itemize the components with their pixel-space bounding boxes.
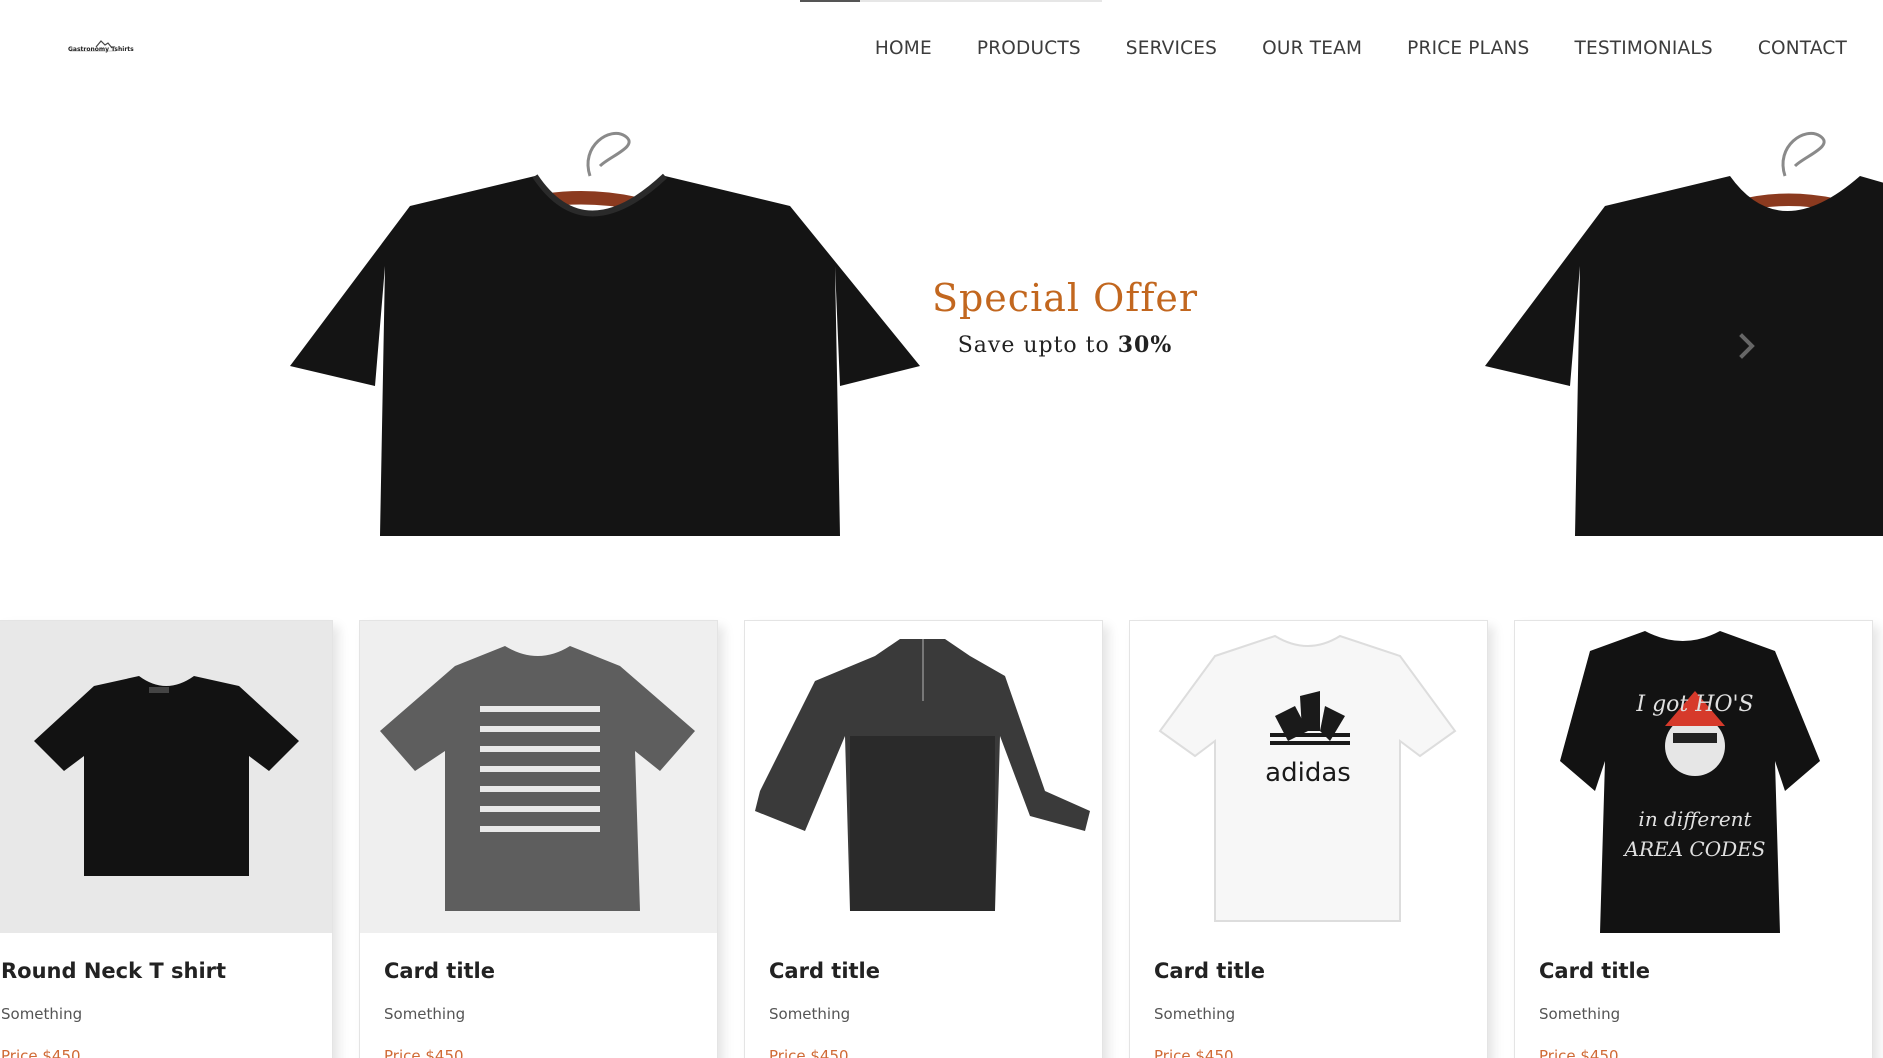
card-price: Price $450 xyxy=(384,1047,464,1058)
offer-title: Special Offer xyxy=(931,276,1199,320)
special-offer-caption: Special Offer Save upto to 30% xyxy=(900,276,1230,358)
nav-item-services[interactable]: SERVICES xyxy=(1126,36,1217,62)
card-text: Something xyxy=(769,1005,851,1023)
main-nav: HOME PRODUCTS SERVICES OUR TEAM PRICE PL… xyxy=(830,36,1847,62)
product-card[interactable]: Card title Something Price $450 xyxy=(744,620,1103,1058)
santa-graphic-line2: in different xyxy=(1638,807,1752,831)
card-title: Card title xyxy=(1539,959,1650,983)
offer-subtitle-text: Save upto to xyxy=(957,333,1118,358)
card-text: Something xyxy=(384,1005,466,1023)
card-image-long-sleeve-top xyxy=(745,621,1102,933)
card-title: Card title xyxy=(1154,959,1265,983)
offer-discount-value: 30% xyxy=(1117,332,1173,358)
logo-text: Gastronomy Tshirts xyxy=(68,46,134,53)
nav-item-testimonials[interactable]: TESTIMONIALS xyxy=(1574,36,1712,62)
hero-carousel: Special Offer Save upto to 30% xyxy=(0,96,1883,566)
product-card[interactable]: I got HO'S in different AREA CODES Card … xyxy=(1514,620,1873,1058)
nav-item-price-plans[interactable]: PRICE PLANS xyxy=(1407,36,1529,62)
card-text: Something xyxy=(1154,1005,1236,1023)
nav-item-contact[interactable]: CONTACT xyxy=(1758,36,1847,62)
santa-graphic-line3: AREA CODES xyxy=(1623,837,1766,861)
offer-subtitle: Save upto to 30% xyxy=(900,332,1230,358)
product-card[interactable]: adidas Card title Something Price $450 xyxy=(1129,620,1488,1058)
card-title: Round Neck T shirt xyxy=(1,959,227,983)
page: Gastronomy Tshirts HOME PRODUCTS SERVICE… xyxy=(0,0,1883,1058)
card-price: Price $450 xyxy=(769,1047,849,1058)
product-card[interactable]: Card title Something Price $450 xyxy=(359,620,718,1058)
card-price: Price $450 xyxy=(1539,1047,1619,1058)
card-image-santa-graphic-tshirt: I got HO'S in different AREA CODES xyxy=(1515,621,1872,933)
card-title: Card title xyxy=(384,959,495,983)
hanging-black-tshirt-next-image xyxy=(1485,131,1883,536)
card-image-black-tshirt xyxy=(0,621,332,933)
card-price: Price $450 xyxy=(1154,1047,1234,1058)
adidas-logo-text: adidas xyxy=(1265,758,1351,788)
nav-item-home[interactable]: HOME xyxy=(875,36,932,62)
card-price: Price $450 xyxy=(1,1047,81,1058)
carousel-next-button[interactable] xyxy=(1736,330,1760,362)
nav-item-products[interactable]: PRODUCTS xyxy=(977,36,1081,62)
product-card[interactable]: Round Neck T shirt Something Price $450 xyxy=(0,620,333,1058)
product-cards-row: Round Neck T shirt Something Price $450 xyxy=(0,620,1883,1058)
santa-graphic-line1: I got HO'S xyxy=(1635,692,1753,717)
chevron-right-icon xyxy=(1739,333,1755,359)
card-text: Something xyxy=(1,1005,83,1023)
card-title: Card title xyxy=(769,959,880,983)
site-header: Gastronomy Tshirts HOME PRODUCTS SERVICE… xyxy=(0,0,1883,96)
nav-item-our-team[interactable]: OUR TEAM xyxy=(1262,36,1362,62)
card-image-grey-graphic-tshirt xyxy=(360,621,717,933)
card-image-white-adidas-tshirt: adidas xyxy=(1130,621,1487,933)
brand-logo[interactable]: Gastronomy Tshirts xyxy=(68,38,134,58)
hanging-black-tshirt-image xyxy=(290,131,920,536)
card-text: Something xyxy=(1539,1005,1621,1023)
